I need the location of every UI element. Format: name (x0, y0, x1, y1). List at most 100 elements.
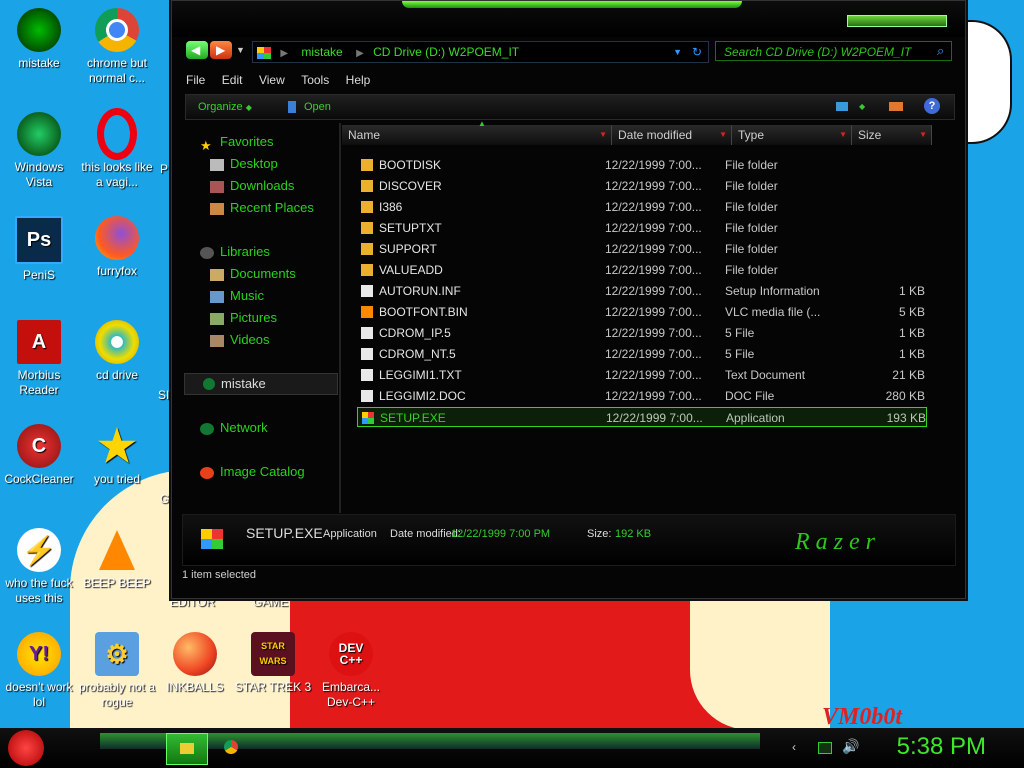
search-input[interactable]: Search CD Drive (D:) W2POEM_IT (715, 41, 952, 61)
file-row[interactable]: BOOTFONT.BIN 12/22/1999 7:00... VLC media … (357, 302, 927, 322)
nav-favorites[interactable]: ★ Favorites (200, 133, 273, 153)
desktop-icon-ccleaner[interactable]: C CockCleaner (0, 424, 78, 487)
menu-edit[interactable]: Edit (222, 73, 243, 87)
desktop-icon-mistake[interactable]: mistake (0, 8, 78, 71)
desktop-icon-who-uses-this[interactable]: ⚡ who the fuck uses this (0, 528, 78, 606)
forward-button[interactable]: ▶ (210, 41, 232, 59)
file-name: AUTORUN.INF (379, 284, 461, 298)
nav-recent-places[interactable]: Recent Places (210, 199, 314, 217)
desktop-icon-beep-beep[interactable]: BEEP BEEP (78, 528, 156, 591)
documents-icon (210, 268, 224, 281)
details-filename: SETUP.EXE (246, 525, 323, 541)
start-button-angry-bird-icon[interactable] (8, 730, 44, 766)
tray-network-icon[interactable] (818, 742, 832, 754)
nav-libraries[interactable]: Libraries (200, 243, 270, 261)
file-row[interactable]: LEGGIMI1.TXT 12/22/1999 7:00... Text Docum… (357, 365, 927, 385)
desktop-icon-label: PeniS (22, 268, 56, 282)
nav-image-catalog[interactable]: Image Catalog (200, 463, 305, 481)
tray-expand-icon[interactable]: ‹ (792, 740, 796, 754)
search-icon[interactable]: ⌕ (937, 43, 944, 59)
nav-documents[interactable]: Documents (210, 265, 296, 283)
refresh-icon[interactable]: ↻ (692, 42, 702, 62)
menu-help[interactable]: Help (346, 73, 371, 87)
file-row[interactable]: SETUPTXT 12/22/1999 7:00... File folder (357, 218, 927, 238)
breadcrumb-cd-drive[interactable]: CD Drive (D:) W2POEM_IT (373, 45, 519, 59)
recent-pages-dropdown[interactable]: ▼ (236, 45, 245, 55)
desktop-icon-dev-cpp[interactable]: DEV C++ Embarca... Dev-C++ (312, 632, 390, 710)
column-header-date[interactable]: Date modified ▼ (612, 125, 732, 145)
address-dropdown-icon[interactable]: ▼ (673, 42, 682, 62)
help-icon[interactable]: ? (924, 98, 940, 114)
desktop-icon-probably-not-a-rogue[interactable]: ⚙ probably not a rogue (78, 632, 156, 710)
pane-splitter[interactable] (339, 123, 341, 513)
file-row[interactable]: DISCOVER 12/22/1999 7:00... File folder (357, 176, 927, 196)
nav-downloads[interactable]: Downloads (210, 177, 294, 195)
desktop-icon-firefox[interactable]: furryfox (78, 216, 156, 279)
file-name: LEGGIMI2.DOC (379, 389, 466, 403)
column-header-name[interactable]: Name ▼ (342, 125, 612, 145)
menu-tools[interactable]: Tools (301, 73, 329, 87)
desktop-icon-label: Windows Vista (14, 160, 64, 189)
column-dropdown-icon[interactable]: ▼ (919, 125, 927, 145)
nav-desktop[interactable]: Desktop (210, 155, 278, 173)
photoshop-icon: Ps (15, 216, 63, 264)
file-row[interactable]: I386 12/22/1999 7:00... File folder (357, 197, 927, 217)
desktop-icon-yahoo[interactable]: Y! doesn't work lol (0, 632, 78, 710)
file-row[interactable]: CDROM_NT.5 12/22/1999 7:00... 5 File 1 KB (357, 344, 927, 364)
desktop-icon-label: who the fuck uses this (5, 576, 73, 605)
file-row[interactable]: VALUEADD 12/22/1999 7:00... File folder (357, 260, 927, 280)
desktop-icon-windows-vista[interactable]: Windows Vista (0, 112, 78, 190)
nav-pictures[interactable]: Pictures (210, 309, 277, 327)
tray-volume-icon[interactable]: 🔊 (842, 738, 859, 755)
desktop-icon-label: CockCleaner (4, 472, 74, 486)
nav-videos[interactable]: Videos (210, 331, 270, 349)
star-icon: ★ (97, 421, 137, 471)
desktop-icon-inkballs[interactable]: INKBALLS (156, 632, 234, 695)
file-row[interactable]: CDROM_IP.5 12/22/1999 7:00... 5 File 1 KB (357, 323, 927, 343)
desktop-icon-star-trek-3[interactable]: STAR WARS STAR TREK 3 (234, 632, 312, 695)
desktop-icon-chrome[interactable]: chrome but normal c... (78, 8, 156, 86)
file-size: 1 KB (898, 326, 925, 340)
nav-music[interactable]: Music (210, 287, 264, 305)
taskbar-chrome-icon[interactable] (224, 740, 238, 754)
status-bar: 1 item selected (182, 569, 256, 581)
preview-pane-icon[interactable] (889, 102, 903, 111)
nav-label: Libraries (220, 244, 270, 259)
file-type: File folder (725, 242, 778, 256)
view-dropdown-icon[interactable]: ◆ (859, 95, 865, 119)
nav-mistake[interactable]: mistake (184, 373, 338, 395)
column-header-type[interactable]: Type ▼ (732, 125, 852, 145)
desktop-icon-photoshop[interactable]: Ps PeniS (0, 216, 78, 283)
desktop-icon-morbius-reader[interactable]: A Morbius Reader (0, 320, 78, 398)
column-dropdown-icon[interactable]: ▼ (839, 125, 847, 145)
desktop-icon-label: mistake (18, 56, 60, 70)
file-row[interactable]: SETUP.EXE 12/22/1999 7:00... Application 19… (357, 407, 927, 427)
window-controls[interactable] (847, 15, 947, 27)
column-dropdown-icon[interactable]: ▼ (719, 125, 727, 145)
desktop-icon-opera[interactable]: this looks like a vagi... (78, 108, 156, 190)
file-type: DOC File (725, 389, 775, 403)
breadcrumb-mistake[interactable]: mistake (301, 45, 342, 59)
file-type: Application (726, 411, 785, 425)
column-dropdown-icon[interactable]: ▼ (599, 125, 607, 145)
taskbar-explorer-button[interactable] (166, 733, 208, 765)
file-size: 21 KB (892, 368, 925, 382)
file-row[interactable]: AUTORUN.INF 12/22/1999 7:00... Setup Infor… (357, 281, 927, 301)
taskbar-clock[interactable]: 5:38 PM (897, 733, 986, 761)
address-bar[interactable]: ▶ mistake ▶ CD Drive (D:) W2POEM_IT ▼ ↻ (252, 41, 709, 63)
back-button[interactable]: ◀ (186, 41, 208, 59)
breadcrumb-arrow-icon: ▶ (356, 48, 364, 59)
navigation-pane: ★ Favorites Desktop Downloads Recent Plac… (184, 123, 338, 508)
file-row[interactable]: LEGGIMI2.DOC 12/22/1999 7:00... DOC File 28… (357, 386, 927, 406)
menu-file[interactable]: File (186, 73, 205, 87)
nav-network[interactable]: Network (200, 419, 268, 437)
desktop-icon-cd-drive[interactable]: cd drive (78, 320, 156, 383)
view-options-icon[interactable] (836, 102, 848, 111)
column-header-size[interactable]: Size ▼ (852, 125, 932, 145)
organize-button[interactable]: Organize ◆ (198, 95, 252, 120)
file-row[interactable]: SUPPORT 12/22/1999 7:00... File folder (357, 239, 927, 259)
open-button[interactable]: Open (288, 95, 331, 119)
file-row[interactable]: BOOTDISK 12/22/1999 7:00... File folder (357, 155, 927, 175)
desktop-icon-you-tried[interactable]: ★ you tried (78, 424, 156, 487)
menu-view[interactable]: View (259, 73, 285, 87)
